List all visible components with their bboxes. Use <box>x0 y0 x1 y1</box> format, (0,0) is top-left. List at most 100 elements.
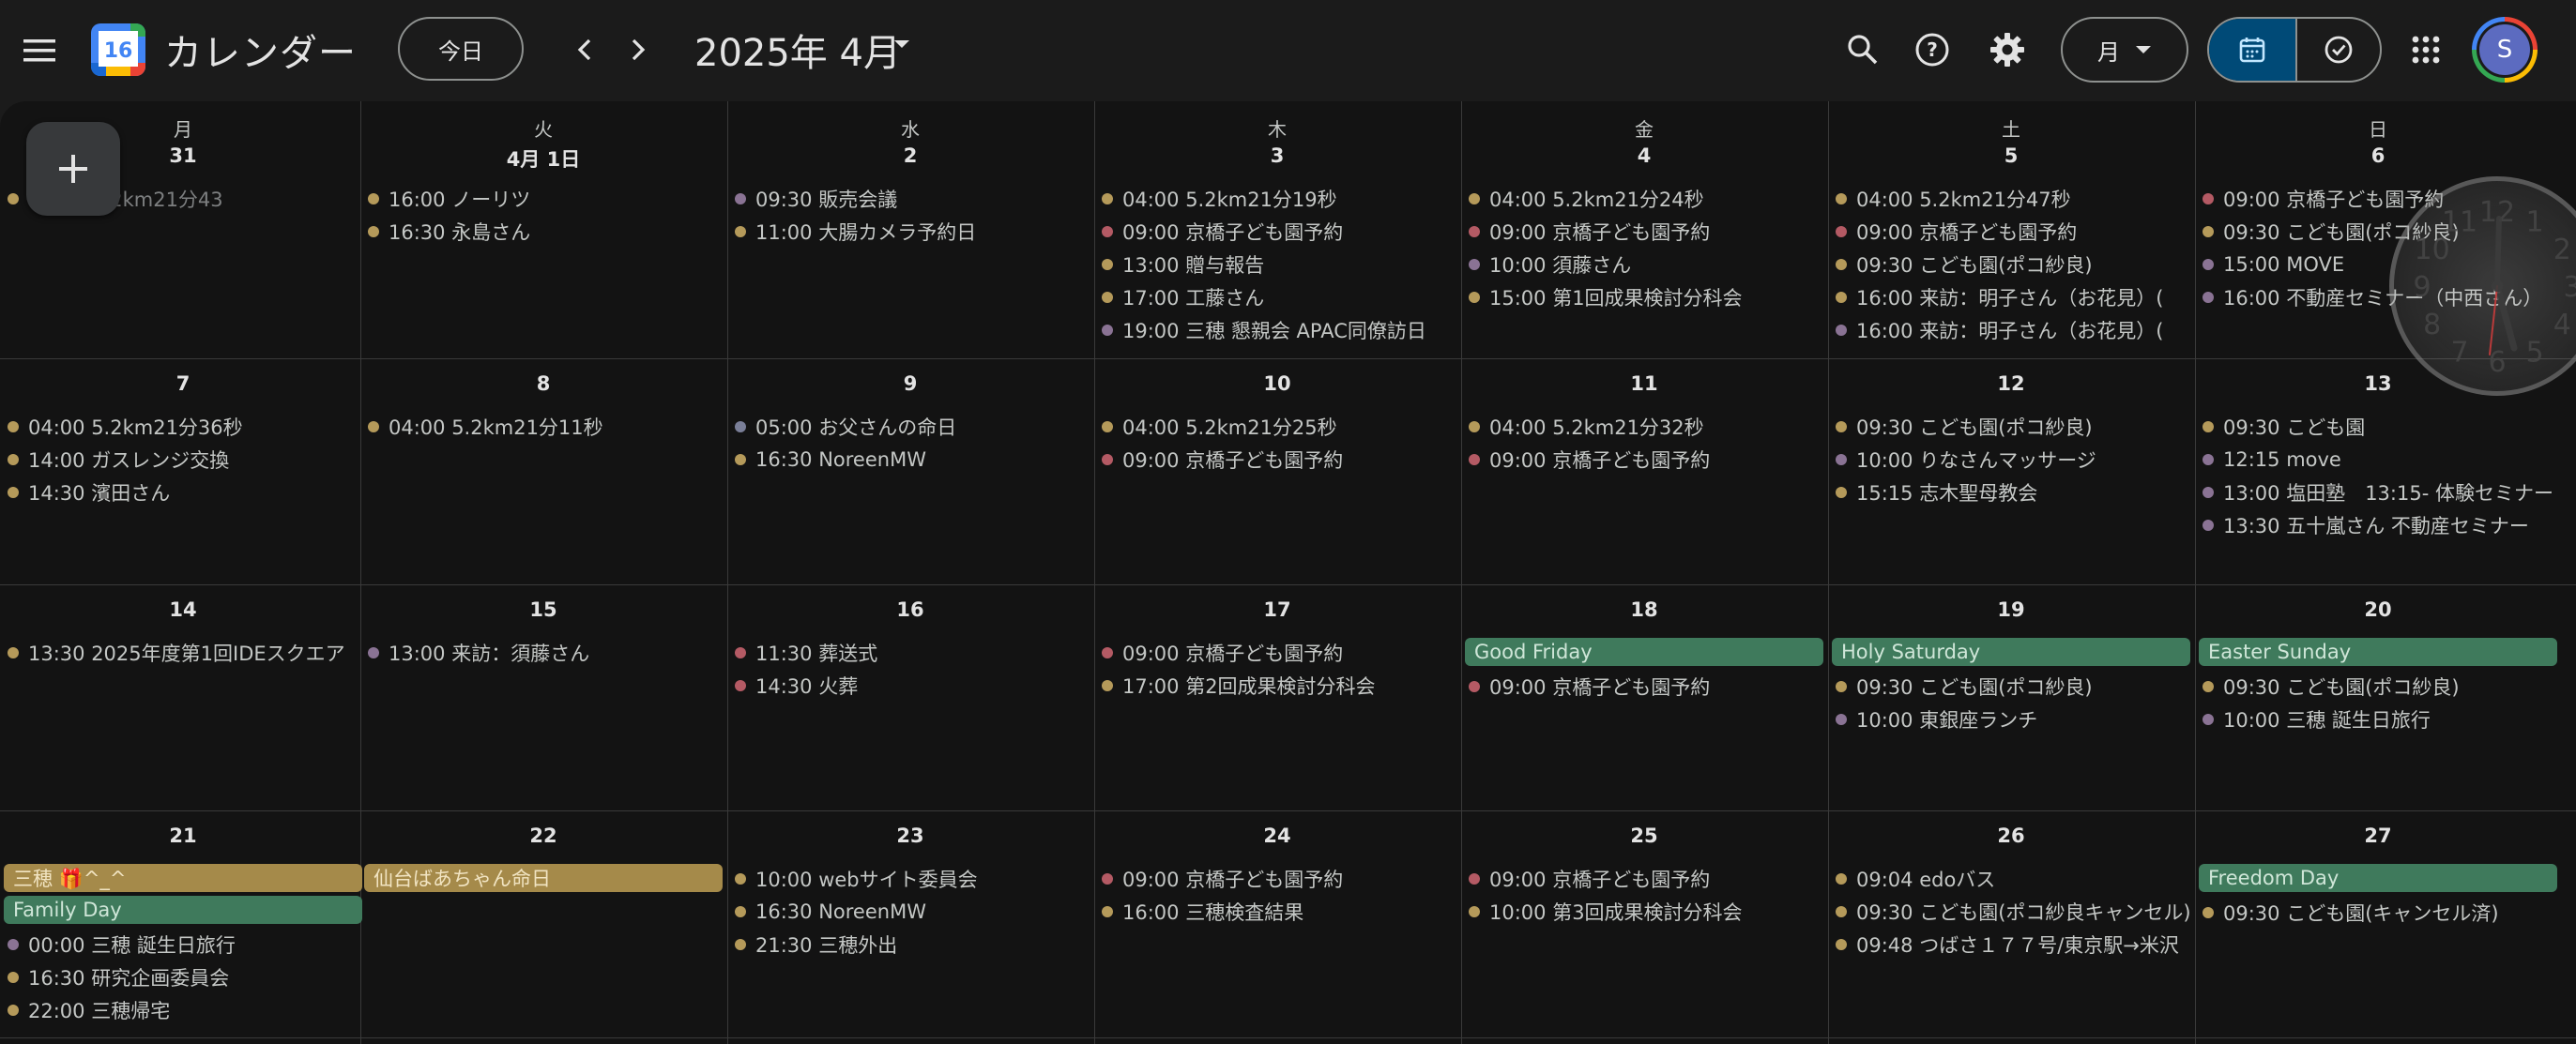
day-cell[interactable]: 2 09:30 販売会議 11:00 大腸カメラ予約日 <box>727 144 1093 356</box>
event-item[interactable]: 09:30 こども園(キャンセル済) <box>2199 896 2557 929</box>
event-item[interactable]: 13:00 来訪：須藤さん <box>364 636 723 669</box>
event-item[interactable]: 09:00 京橋子ども園予約 <box>1832 215 2190 248</box>
event-item[interactable]: 13:00 贈与報告 <box>1098 248 1456 280</box>
event-item[interactable]: 09:00 京橋子ども園予約 <box>1098 636 1456 669</box>
event-item[interactable]: 04:00 5.2km21分32秒 <box>1465 410 1823 443</box>
day-number[interactable]: 25 <box>1461 825 1827 847</box>
event-item[interactable]: 15:00 第1回成果検討分科会 <box>1465 280 1823 313</box>
day-cell[interactable]: 13 09:30 こども園 12:15 move 13:00 塩田塾 13:15- 体… <box>2195 372 2561 594</box>
event-item[interactable]: 09:00 京橋子ども園予約 <box>1098 215 1456 248</box>
event-item[interactable]: 10:00 須藤さん <box>1465 248 1823 280</box>
day-cell[interactable]: 15 13:00 来訪：須藤さん <box>360 598 726 820</box>
all-day-event[interactable]: Good Friday <box>1465 638 1823 666</box>
event-item[interactable]: 15:15 志木聖母教会 <box>1832 476 2190 508</box>
event-item[interactable]: 04:00 5.2km21分11秒 <box>364 410 723 443</box>
day-cell[interactable]: 4 04:00 5.2km21分24秒 09:00 京橋子ども園予約 10:00 須藤… <box>1461 144 1827 356</box>
event-item[interactable]: 09:00 京橋子ども園予約 <box>1465 670 1823 703</box>
event-item[interactable]: 09:30 こども園(ポコ紗良) <box>1832 410 2190 443</box>
day-number[interactable]: 26 <box>1828 825 2194 847</box>
event-item[interactable]: 16:30 永島さん <box>364 215 723 248</box>
all-day-event[interactable]: Holy Saturday <box>1832 638 2190 666</box>
event-item[interactable]: 11:00 大腸カメラ予約日 <box>731 215 1090 248</box>
day-cell[interactable]: 3 04:00 5.2km21分19秒 09:00 京橋子ども園予約 13:00 贈与… <box>1094 144 1460 356</box>
day-number[interactable]: 20 <box>2195 598 2561 621</box>
event-item[interactable]: 16:30 研究企画委員会 <box>4 961 362 993</box>
event-item[interactable]: 09:30 こども園(ポコ紗良) <box>1832 670 2190 703</box>
day-number[interactable]: 8 <box>360 372 726 395</box>
event-item[interactable]: 10:00 三穂 誕生日旅行 <box>2199 703 2557 735</box>
event-item[interactable]: 04:00 5.2km21分25秒 <box>1098 410 1456 443</box>
event-item[interactable]: 04:00 5.2km21分47秒 <box>1832 182 2190 215</box>
event-item[interactable]: 10:00 りなさんマッサージ <box>1832 443 2190 476</box>
event-item[interactable]: 00:00 三穂 誕生日旅行 <box>4 928 362 961</box>
current-month-title[interactable]: 2025年 4月 <box>694 23 901 77</box>
event-item[interactable]: 12:15 move <box>2199 443 2557 476</box>
day-number[interactable]: 16 <box>727 598 1093 621</box>
event-item[interactable]: 09:30 こども園(ポコ紗良キャンセル) <box>1832 895 2190 928</box>
event-item[interactable]: 13:00 塩田塾 13:15- 体験セミナー <box>2199 476 2557 508</box>
day-cell[interactable]: 12 09:30 こども園(ポコ紗良) 10:00 りなさんマッサージ 15:15 志… <box>1828 372 2194 594</box>
day-number[interactable]: 19 <box>1828 598 2194 621</box>
event-item[interactable]: 17:00 第2回成果検討分科会 <box>1098 669 1456 702</box>
day-cell[interactable]: 14 13:30 2025年度第1回IDEスクエア <box>0 598 366 820</box>
day-cell[interactable]: 9 05:00 お父さんの命日 16:30 NoreenMW <box>727 372 1093 594</box>
day-number[interactable]: 12 <box>1828 372 2194 395</box>
event-item[interactable]: 16:00 三穂検査結果 <box>1098 895 1456 928</box>
event-item[interactable]: 10:00 東銀座ランチ <box>1832 703 2190 735</box>
event-item[interactable]: 10:00 webサイト委員会 <box>731 862 1090 895</box>
day-cell[interactable]: 25 09:00 京橋子ども園予約 10:00 第3回成果検討分科会 <box>1461 825 1827 1044</box>
day-number[interactable]: 3 <box>1094 144 1460 167</box>
all-day-event[interactable]: Family Day <box>4 896 362 924</box>
day-cell[interactable]: 26 09:04 edoバス 09:30 こども園(ポコ紗良キャンセル) 09:48 … <box>1828 825 2194 1044</box>
event-item[interactable]: 09:30 こども園(ポコ紗良) <box>1832 248 2190 280</box>
event-item[interactable]: 09:04 edoバス <box>1832 862 2190 895</box>
event-item[interactable]: 19:00 三穂 懇親会 APAC同僚訪日 <box>1098 313 1456 346</box>
day-cell[interactable]: 4月 1日 16:00 ノーリツ 16:30 永島さん <box>360 144 726 356</box>
create-event-button[interactable] <box>26 122 120 216</box>
day-cell[interactable]: 16 11:30 葬送式 14:30 火葬 <box>727 598 1093 820</box>
event-item[interactable]: 09:48 つばさ１７７号/東京駅→米沢 <box>1832 928 2190 961</box>
previous-month-button[interactable] <box>561 26 608 73</box>
event-item[interactable]: 16:00 来訪：明子さん（お花見）( <box>1832 280 2190 313</box>
event-item[interactable]: 05:00 お父さんの命日 <box>731 410 1090 443</box>
day-number[interactable]: 17 <box>1094 598 1460 621</box>
event-item[interactable]: 14:30 火葬 <box>731 669 1090 702</box>
search-button[interactable] <box>1839 26 1886 73</box>
all-day-event[interactable]: 仙台ばあちゃん命日 <box>364 864 723 892</box>
day-cell[interactable]: 24 09:00 京橋子ども園予約 16:00 三穂検査結果 <box>1094 825 1460 1044</box>
day-number[interactable]: 9 <box>727 372 1093 395</box>
day-number[interactable]: 24 <box>1094 825 1460 847</box>
event-item[interactable]: 09:00 京橋子ども園予約 <box>1098 862 1456 895</box>
main-menu-button[interactable] <box>13 26 66 75</box>
event-item[interactable]: 11:30 葬送式 <box>731 636 1090 669</box>
day-number[interactable]: 10 <box>1094 372 1460 395</box>
event-item[interactable]: 14:00 ガスレンジ交換 <box>4 443 362 476</box>
event-item[interactable]: 09:00 京橋子ども園予約 <box>1465 862 1823 895</box>
day-number[interactable]: 23 <box>727 825 1093 847</box>
event-item[interactable]: 09:30 販売会議 <box>731 182 1090 215</box>
all-day-event[interactable]: 三穂 🎁^_^ <box>4 864 362 892</box>
day-number[interactable]: 21 <box>0 825 366 847</box>
day-number[interactable]: 15 <box>360 598 726 621</box>
tasks-view-toggle[interactable] <box>2295 19 2380 81</box>
day-cell[interactable]: 21 三穂 🎁^_^ Family Day 00:00 三穂 誕生日旅行 16:30 研… <box>0 825 366 1044</box>
caret-down-icon[interactable] <box>892 38 912 51</box>
event-item[interactable]: 10:00 第3回成果検討分科会 <box>1465 895 1823 928</box>
all-day-event[interactable]: Freedom Day <box>2199 864 2557 892</box>
day-number[interactable]: 2 <box>727 144 1093 167</box>
event-item[interactable]: 09:30 こども園(ポコ紗良) <box>2199 670 2557 703</box>
event-item[interactable]: 14:30 濱田さん <box>4 476 362 508</box>
day-cell[interactable]: 8 04:00 5.2km21分11秒 <box>360 372 726 594</box>
event-item[interactable]: 04:00 5.2km21分24秒 <box>1465 182 1823 215</box>
event-item[interactable]: 04:00 5.2km21分36秒 <box>4 410 362 443</box>
calendar-logo-icon[interactable]: 16 <box>91 23 145 76</box>
day-cell[interactable]: 18 Good Friday 09:00 京橋子ども園予約 <box>1461 598 1827 820</box>
day-cell[interactable]: 20 Easter Sunday 09:30 こども園(ポコ紗良) 10:00 三穂 … <box>2195 598 2561 820</box>
day-cell[interactable]: 22 仙台ばあちゃん命日 <box>360 825 726 1044</box>
day-cell[interactable]: 11 04:00 5.2km21分32秒 09:00 京橋子ども園予約 <box>1461 372 1827 594</box>
event-item[interactable]: 09:30 こども園 <box>2199 410 2557 443</box>
event-item[interactable]: 16:30 NoreenMW <box>731 895 1090 928</box>
day-number[interactable]: 6 <box>2195 144 2561 167</box>
calendar-view-toggle[interactable] <box>2209 19 2295 81</box>
event-item[interactable]: 22:00 三穂帰宅 <box>4 993 362 1026</box>
